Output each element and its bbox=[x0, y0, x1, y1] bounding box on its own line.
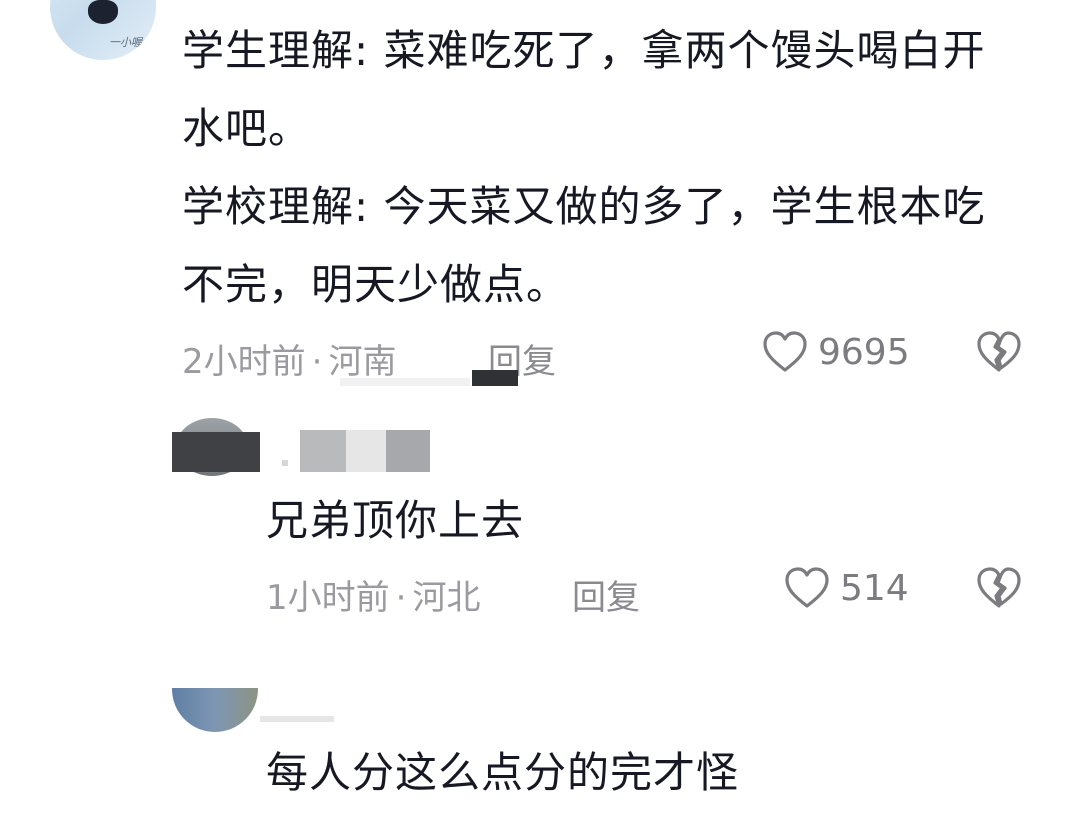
redaction-mark bbox=[282, 460, 288, 466]
comment-3-text: 每人分这么点分的完才怪 bbox=[266, 734, 739, 812]
redaction-mark bbox=[260, 716, 334, 722]
reply-button[interactable]: 回复 bbox=[572, 570, 640, 619]
meta-separator: · bbox=[395, 578, 407, 618]
comment-time: 1小时前 bbox=[266, 578, 390, 618]
dislike-button[interactable] bbox=[976, 330, 1022, 374]
comment-1-text: 学生理解: 菜难吃死了，拿两个馒头喝白开 水吧。 学校理解: 今天菜又做的多了，… bbox=[182, 12, 986, 324]
avatar[interactable] bbox=[172, 688, 258, 732]
comment-time: 2小时前 bbox=[182, 342, 306, 382]
like-count: 9695 bbox=[818, 331, 910, 373]
comment-line: 兄弟顶你上去 bbox=[266, 496, 525, 545]
comment-line: 学生理解: 菜难吃死了，拿两个馒头喝白开 bbox=[182, 26, 986, 75]
like-button[interactable]: 514 bbox=[784, 566, 909, 610]
redaction-mark bbox=[472, 370, 518, 386]
comment-2-text: 兄弟顶你上去 bbox=[266, 482, 524, 560]
comment-line: 水吧。 bbox=[182, 104, 312, 153]
redaction-mark bbox=[346, 430, 386, 472]
heart-outline-icon bbox=[785, 567, 829, 608]
dislike-button[interactable] bbox=[976, 566, 1022, 610]
broken-heart-icon bbox=[977, 331, 1021, 372]
comment-location: 河南 bbox=[328, 342, 397, 382]
comment-2-meta: 1小时前 · 河北 bbox=[266, 570, 480, 619]
redaction-mark bbox=[300, 430, 346, 472]
comment-line: 每人分这么点分的完才怪 bbox=[266, 748, 740, 797]
like-count: 514 bbox=[840, 567, 909, 609]
comment-line: 学校理解: 今天菜又做的多了，学生根本吃 bbox=[182, 182, 986, 231]
meta-separator: · bbox=[311, 342, 323, 382]
heart-outline-icon bbox=[763, 331, 807, 372]
redaction-mark bbox=[340, 378, 470, 386]
broken-heart-icon bbox=[977, 567, 1021, 608]
redaction-mark bbox=[386, 430, 430, 472]
comment-location: 河北 bbox=[412, 578, 481, 618]
comment-1-meta: 2小时前 · 河南 bbox=[182, 334, 396, 383]
avatar-signature: 一小喔 bbox=[109, 36, 142, 49]
like-button[interactable]: 9695 bbox=[762, 330, 910, 374]
comment-line: 不完，明天少做点。 bbox=[182, 260, 570, 309]
redaction-mark bbox=[172, 432, 260, 472]
comment-thread: 一小喔 学生理解: 菜难吃死了，拿两个馒头喝白开 水吧。 学校理解: 今天菜又做… bbox=[0, 0, 1080, 820]
avatar[interactable]: 一小喔 bbox=[50, 0, 156, 60]
avatar-figure bbox=[88, 0, 118, 24]
